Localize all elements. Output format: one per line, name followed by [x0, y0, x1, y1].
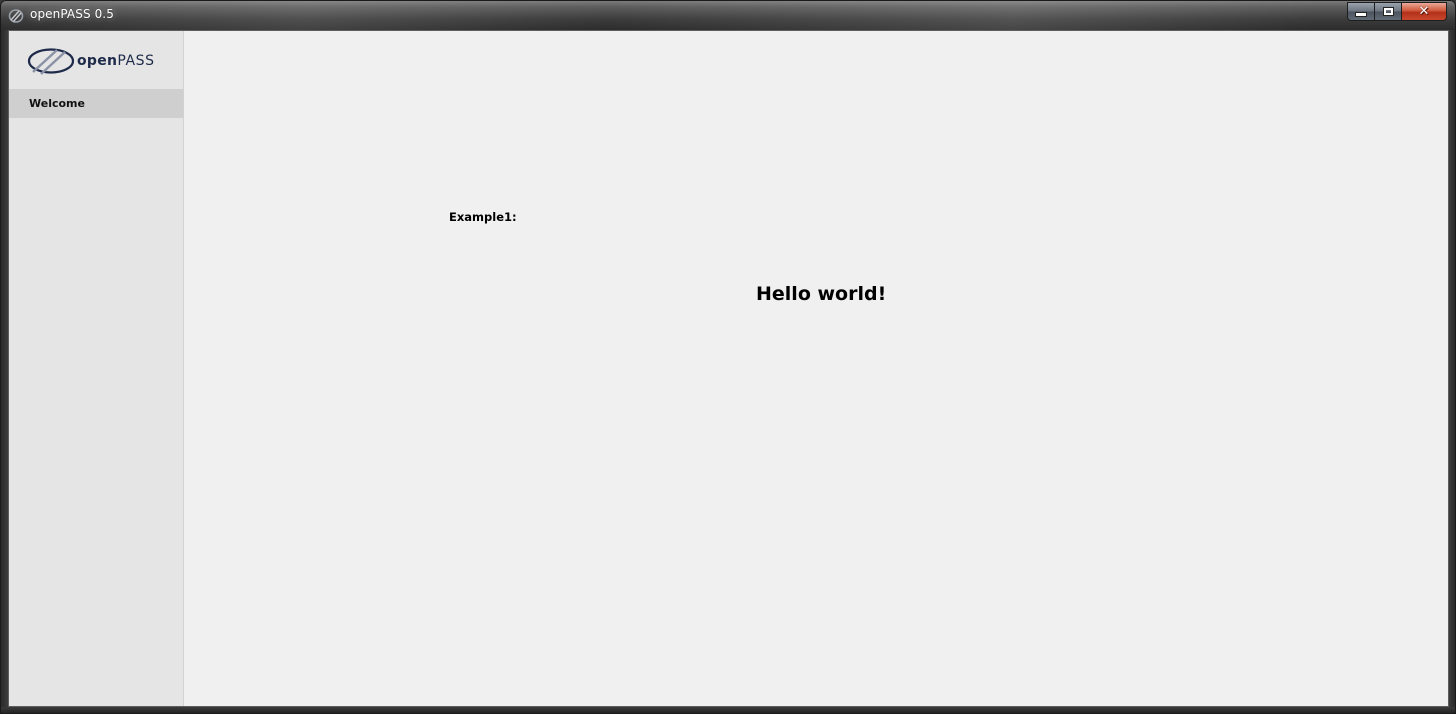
minimize-icon — [1355, 12, 1367, 17]
openpass-app-icon[interactable] — [8, 8, 24, 24]
openpass-logo-mark-icon — [27, 48, 75, 75]
caption-buttons: ✕ — [1347, 2, 1447, 21]
sidebar-item-welcome[interactable]: Welcome — [9, 89, 183, 118]
close-icon: ✕ — [1418, 4, 1430, 19]
main-content: Example1: Hello world! — [184, 31, 1448, 706]
minimize-button[interactable] — [1347, 2, 1374, 21]
window-frame-left — [1, 30, 8, 707]
logo-text-open: open — [77, 53, 118, 69]
openpass-logo-text: openPASS — [77, 53, 155, 69]
title-bar[interactable]: openPASS 0.5 ✕ — [1, 1, 1455, 30]
sidebar: openPASS Welcome — [9, 31, 184, 706]
close-button[interactable]: ✕ — [1401, 2, 1447, 21]
example-label: Example1: — [449, 210, 517, 224]
logo-text-pass: PASS — [117, 53, 155, 69]
openpass-logo: openPASS — [27, 45, 167, 77]
hello-world-text: Hello world! — [756, 283, 887, 305]
window-frame-right — [1449, 30, 1455, 707]
sidebar-item-label: Welcome — [29, 97, 85, 110]
window-frame-bottom — [1, 707, 1455, 713]
maximize-button[interactable] — [1374, 2, 1401, 21]
client-area: openPASS Welcome Example1: Hello world! — [8, 30, 1449, 707]
maximize-icon — [1382, 7, 1394, 16]
window-title: openPASS 0.5 — [30, 7, 114, 21]
app-window: openPASS 0.5 ✕ openPASS Welcome Example1… — [0, 0, 1456, 714]
